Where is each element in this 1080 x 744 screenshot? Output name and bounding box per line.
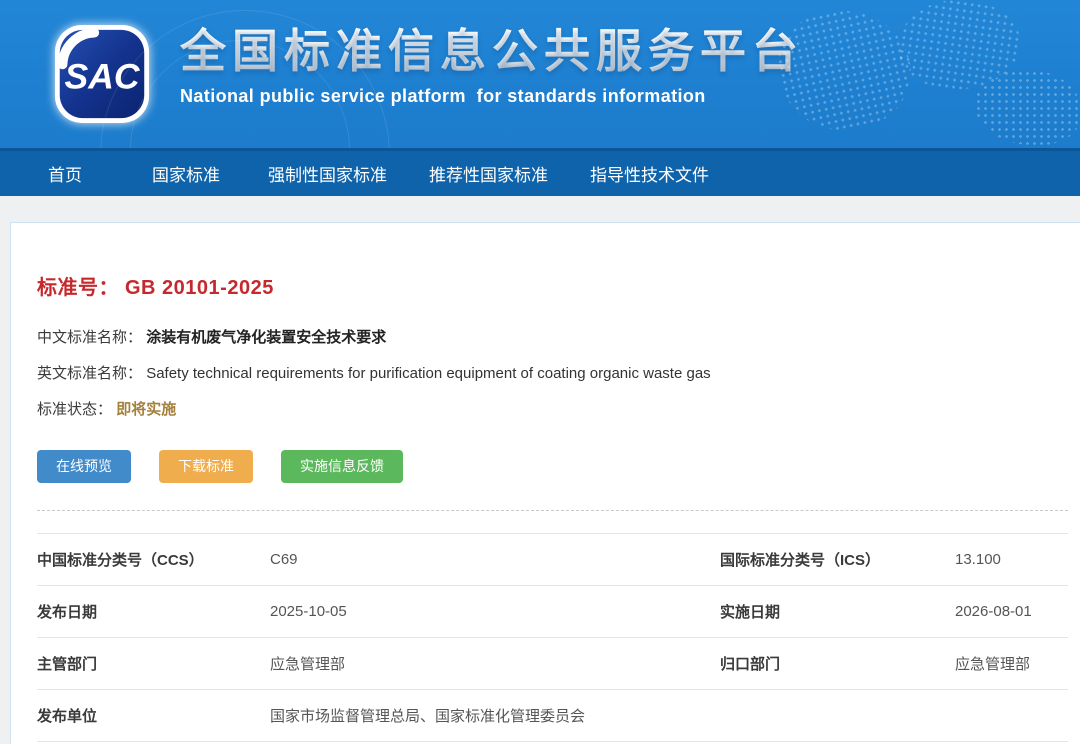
content-area: 标准号： GB 20101-2025 中文标准名称： 涂装有机废气净化装置安全技术… bbox=[0, 196, 1080, 744]
en-name-label: 英文标准名称： bbox=[37, 365, 142, 382]
nav-item-guiding-documents[interactable]: 指导性技术文件 bbox=[590, 161, 709, 186]
ics-label: 国际标准分类号（ICS） bbox=[720, 549, 955, 570]
competent-dept-value: 应急管理部 bbox=[270, 653, 720, 674]
publisher-value: 国家市场监督管理总局、国家标准化管理委员会 bbox=[270, 705, 1068, 726]
table-row-dates: 发布日期 2025-10-05 实施日期 2026-08-01 bbox=[37, 586, 1068, 638]
sac-logo-icon[interactable]: SAC bbox=[54, 24, 150, 124]
ccs-value: C69 bbox=[270, 551, 720, 568]
cn-name-value: 涂装有机废气净化装置安全技术要求 bbox=[146, 329, 386, 346]
competent-dept-label: 主管部门 bbox=[37, 653, 270, 674]
nav-item-national-standards[interactable]: 国家标准 bbox=[152, 161, 220, 186]
brand-block: 全国标准信息公共服务平台 National public service pla… bbox=[180, 26, 804, 107]
en-name-value: Safety technical requirements for purifi… bbox=[146, 365, 710, 382]
site-header: SAC 全国标准信息公共服务平台 National public service… bbox=[0, 0, 1080, 148]
implement-date-value: 2026-08-01 bbox=[955, 603, 1068, 620]
standard-info-table: 中国标准分类号（CCS） C69 国际标准分类号（ICS） 13.100 发布日… bbox=[37, 533, 1068, 742]
nav-item-home[interactable]: 首页 bbox=[48, 161, 82, 186]
publish-date-value: 2025-10-05 bbox=[270, 603, 720, 620]
standard-detail-card: 标准号： GB 20101-2025 中文标准名称： 涂装有机废气净化装置安全技术… bbox=[10, 222, 1080, 744]
ics-value: 13.100 bbox=[955, 551, 1068, 568]
standard-number-value: GB 20101-2025 bbox=[125, 277, 274, 299]
online-preview-button[interactable]: 在线预览 bbox=[37, 450, 131, 483]
standard-number-line: 标准号： GB 20101-2025 bbox=[37, 271, 1072, 300]
publish-date-label: 发布日期 bbox=[37, 601, 270, 622]
table-row-publisher: 发布单位 国家市场监督管理总局、国家标准化管理委员会 bbox=[37, 690, 1068, 742]
table-row-departments: 主管部门 应急管理部 归口部门 应急管理部 bbox=[37, 638, 1068, 690]
implement-date-label: 实施日期 bbox=[720, 601, 955, 622]
centralized-dept-value: 应急管理部 bbox=[955, 653, 1068, 674]
implementation-feedback-button[interactable]: 实施信息反馈 bbox=[281, 450, 403, 483]
table-row-classification: 中国标准分类号（CCS） C69 国际标准分类号（ICS） 13.100 bbox=[37, 534, 1068, 586]
action-buttons: 在线预览 下载标准 实施信息反馈 bbox=[37, 450, 1072, 483]
nav-item-mandatory-standards[interactable]: 强制性国家标准 bbox=[268, 161, 387, 186]
site-subtitle: National public service platform for sta… bbox=[180, 86, 804, 107]
site-title: 全国标准信息公共服务平台 bbox=[180, 26, 804, 76]
main-nav: 首页 国家标准 强制性国家标准 推荐性国家标准 指导性技术文件 bbox=[0, 148, 1080, 196]
status-line: 标准状态： 即将实施 bbox=[37, 392, 1072, 428]
cn-name-label: 中文标准名称： bbox=[37, 329, 142, 346]
standard-number-label: 标准号： bbox=[37, 277, 119, 299]
status-label: 标准状态： bbox=[37, 401, 112, 418]
centralized-dept-label: 归口部门 bbox=[720, 653, 955, 674]
status-badge: 即将实施 bbox=[116, 401, 176, 418]
download-standard-button[interactable]: 下载标准 bbox=[159, 450, 253, 483]
svg-text:SAC: SAC bbox=[65, 56, 141, 96]
nav-item-recommended-standards[interactable]: 推荐性国家标准 bbox=[429, 161, 548, 186]
en-name-line: 英文标准名称： Safety technical requirements fo… bbox=[37, 356, 1072, 392]
ccs-label: 中国标准分类号（CCS） bbox=[37, 549, 270, 570]
publisher-label: 发布单位 bbox=[37, 705, 270, 726]
standard-fields: 中文标准名称： 涂装有机废气净化装置安全技术要求 英文标准名称： Safety … bbox=[37, 320, 1072, 428]
cn-name-line: 中文标准名称： 涂装有机废气净化装置安全技术要求 bbox=[37, 320, 1072, 356]
dashed-separator bbox=[37, 510, 1068, 511]
